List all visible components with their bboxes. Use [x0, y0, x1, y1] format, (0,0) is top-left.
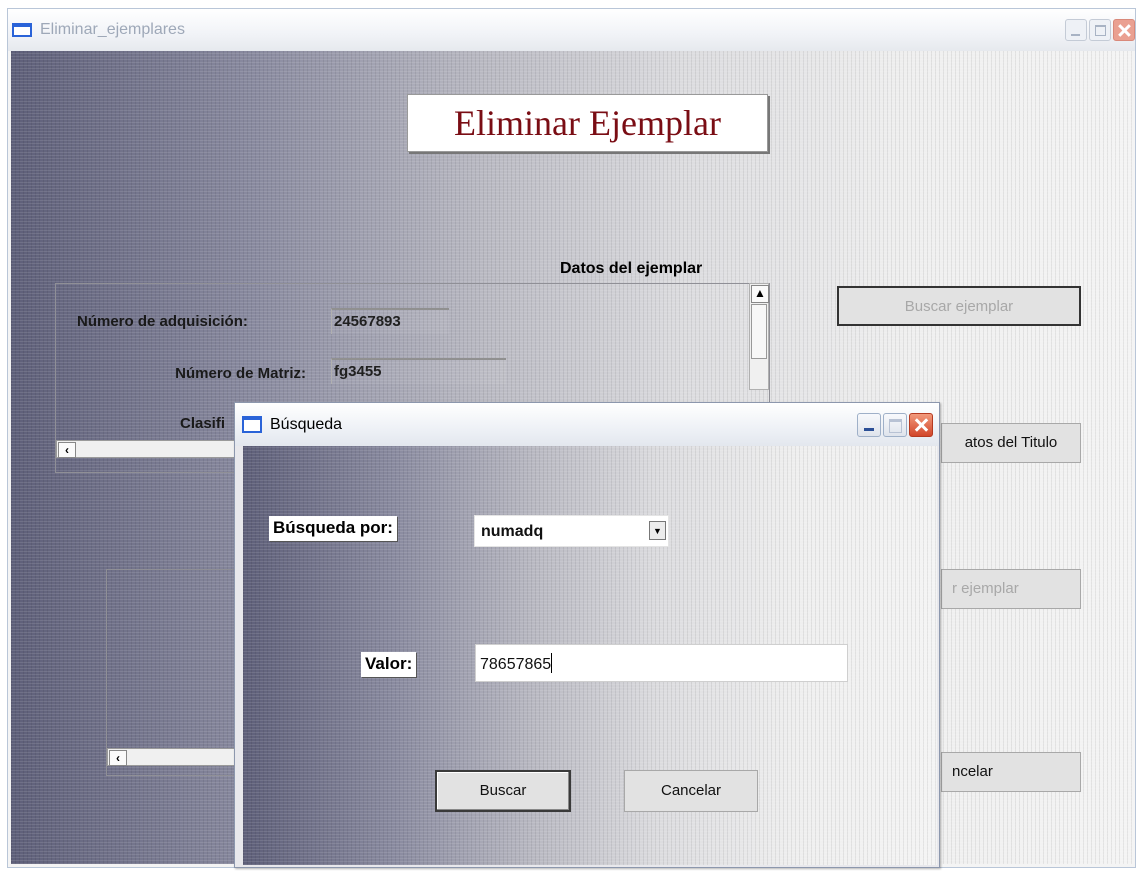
maximize-icon[interactable] — [1089, 19, 1111, 41]
clasificacion-label: Clasifi — [180, 415, 226, 432]
page-heading-box: Eliminar Ejemplar — [407, 94, 768, 152]
vertical-scrollbar[interactable]: ▲ — [749, 283, 769, 390]
value-input-text: 78657865 — [480, 656, 552, 673]
close-icon[interactable] — [1113, 19, 1135, 41]
dropdown-arrow-icon[interactable]: ▼ — [649, 521, 666, 540]
buscar-button[interactable]: Buscar — [435, 770, 571, 812]
main-titlebar[interactable]: Eliminar_ejemplares — [8, 9, 1135, 51]
scroll-thumb[interactable] — [751, 304, 767, 359]
main-cancelar-button[interactable]: ncelar — [941, 752, 1081, 792]
matriz-value: fg3455 — [331, 358, 506, 384]
main-window-title: Eliminar_ejemplares — [40, 21, 185, 38]
busqueda-dialog: Búsqueda Búsqueda por: numadq ▼ Valor: 7… — [234, 402, 940, 868]
window-icon — [242, 416, 262, 433]
close-icon[interactable] — [909, 413, 933, 437]
cancelar-button[interactable]: Cancelar — [624, 770, 758, 812]
search-by-label: Búsqueda por: — [269, 516, 397, 541]
minimize-icon[interactable] — [857, 413, 881, 437]
buscar-ejemplar-button[interactable]: Buscar ejemplar — [837, 286, 1081, 326]
value-input[interactable]: 78657865 — [475, 644, 848, 682]
adquisicion-label: Número de adquisición: — [77, 313, 248, 330]
adquisicion-value: 24567893 — [331, 308, 449, 334]
dialog-body: Búsqueda por: numadq ▼ Valor: 78657865 B… — [243, 446, 937, 865]
scroll-up-arrow-icon[interactable]: ▲ — [751, 285, 769, 303]
minimize-icon[interactable] — [1065, 19, 1087, 41]
dialog-titlebar[interactable]: Búsqueda — [235, 403, 939, 446]
scroll-left-arrow-icon[interactable]: ‹ — [58, 442, 76, 458]
window-icon — [12, 23, 32, 37]
text-caret — [551, 653, 553, 673]
scroll-left-arrow-icon[interactable]: ‹ — [109, 750, 127, 766]
search-by-select[interactable]: numadq ▼ — [474, 515, 669, 547]
value-label: Valor: — [361, 652, 417, 677]
matriz-label: Número de Matriz: — [175, 365, 306, 382]
dialog-title: Búsqueda — [270, 416, 343, 433]
page-heading: Eliminar Ejemplar — [454, 103, 721, 143]
section-label-datos-ejemplar: Datos del ejemplar — [560, 260, 703, 277]
maximize-icon[interactable] — [883, 413, 907, 437]
eliminar-ejemplar-button[interactable]: r ejemplar — [941, 569, 1081, 609]
search-by-value: numadq — [481, 523, 544, 540]
datos-titulo-button[interactable]: atos del Titulo — [941, 423, 1081, 463]
